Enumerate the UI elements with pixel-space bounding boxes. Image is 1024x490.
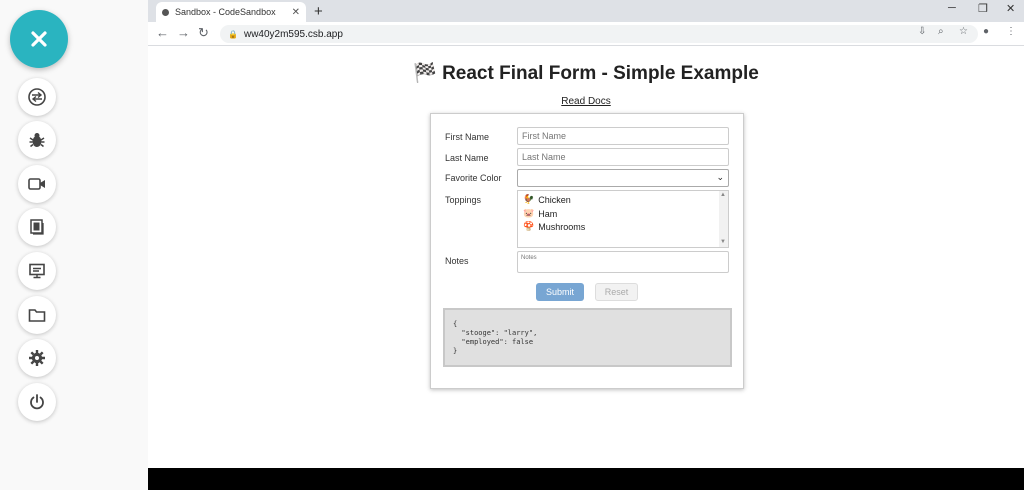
reset-button[interactable]: Reset [595,283,638,301]
topping-option-chicken[interactable]: 🐓 Chicken [523,194,571,205]
menu-kebab-icon[interactable]: ⋮ [1006,26,1016,37]
bottom-black-bar [148,468,1024,490]
install-icon[interactable]: ⇩ [918,26,926,37]
mushroom-icon: 🍄 [523,221,535,231]
screen-button[interactable] [18,252,56,290]
restore-icon[interactable]: ❐ [978,2,988,15]
topping-option-mushrooms[interactable]: 🍄 Mushrooms [523,221,585,232]
toppings-scrollbar[interactable]: ▲ ▼ [719,191,728,247]
video-button[interactable] [18,165,56,203]
forward-arrow-icon[interactable]: → [177,25,190,40]
browser-toolbar: ← → ↻ 🔒 ww40y2m595.csb.app ⇩ ⌕ ☆ ● ⋮ [148,22,1024,46]
submit-button[interactable]: Submit [536,283,584,301]
topping-option-ham[interactable]: 🐷 Ham [523,208,557,219]
browser-tab[interactable]: Sandbox - CodeSandbox ✕ [156,2,306,22]
zoom-icon[interactable]: ⌕ [938,26,944,37]
last-name-label: Last Name [445,153,489,163]
clipboard-button[interactable] [18,208,56,246]
clipboard-icon [30,219,44,235]
notes-textarea[interactable] [517,251,729,273]
form-card: First Name Last Name Favorite Color ⌄ To… [430,113,744,389]
settings-button[interactable] [18,339,56,377]
bookmark-star-icon[interactable]: ☆ [959,26,968,37]
page-title: 🏁 React Final Form - Simple Example [413,63,759,84]
back-arrow-icon[interactable]: ← [156,25,169,40]
topping-label: Ham [538,208,558,219]
files-button[interactable] [18,296,56,334]
toppings-multiselect[interactable]: 🐓 Chicken 🐷 Ham 🍄 Mushrooms ▲ ▼ [517,190,729,248]
power-icon [30,394,44,410]
transfer-button[interactable] [18,78,56,116]
bug-icon [29,133,45,148]
notes-label: Notes [445,256,469,266]
close-icon [31,31,47,47]
read-docs-link[interactable]: Read Docs [148,96,1024,107]
toppings-label: Toppings [445,195,482,205]
web-page: 🏁 React Final Form - Simple Example Read… [148,47,1024,468]
scroll-up-icon[interactable]: ▲ [720,192,726,198]
favorite-color-select[interactable]: ⌄ [517,169,729,187]
last-name-input[interactable] [517,148,729,166]
url-text: ww40y2m595.csb.app [243,28,343,40]
monitor-icon [29,263,45,279]
close-button[interactable] [10,10,68,68]
new-tab-button[interactable]: + [314,3,323,20]
folder-icon [28,309,46,322]
tool-panel [0,0,148,490]
first-name-label: First Name [445,132,490,142]
form-values-output: { "stooge": "larry", "employed": false } [443,308,732,367]
lock-icon: 🔒 [228,29,238,39]
window-close-icon[interactable]: ✕ [1006,2,1015,15]
pig-icon: 🐷 [523,208,535,218]
first-name-input[interactable] [517,127,729,145]
topping-label: Chicken [538,194,571,205]
transfer-icon [28,88,46,106]
favorite-color-label: Favorite Color [445,173,502,183]
gear-icon [29,350,45,366]
minimize-icon[interactable]: ─ [948,2,956,14]
codesandbox-favicon-icon [162,8,169,16]
profile-avatar-icon[interactable]: ● [983,26,989,37]
reload-icon[interactable]: ↻ [198,25,209,41]
chicken-icon: 🐓 [523,194,535,204]
chevron-down-icon: ⌄ [716,172,724,182]
video-icon [28,178,45,190]
debug-button[interactable] [18,121,56,159]
address-bar[interactable]: 🔒 ww40y2m595.csb.app [220,25,978,43]
tab-title: Sandbox - CodeSandbox [175,7,276,17]
topping-label: Mushrooms [538,221,586,232]
tab-close-icon[interactable]: ✕ [292,7,300,18]
power-button[interactable] [18,383,56,421]
scroll-down-icon[interactable]: ▼ [720,239,726,245]
